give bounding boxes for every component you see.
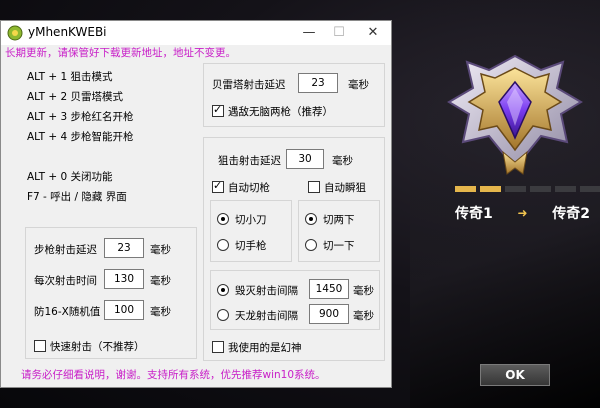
beretta-delay-label: 贝雷塔射击延迟 bbox=[212, 79, 286, 91]
rifle-time-label: 每次射击时间 bbox=[34, 275, 97, 287]
rank-progress-segment bbox=[580, 186, 600, 192]
rank-progress-segment bbox=[505, 186, 526, 192]
sniper-delay-input[interactable]: 30 bbox=[286, 149, 324, 169]
rifle-delay-input[interactable]: 23 bbox=[104, 238, 144, 258]
switch-weapon-group: 切小刀 切手枪 bbox=[210, 200, 292, 262]
rifle-time-unit: 毫秒 bbox=[150, 275, 171, 287]
switch-one-label: 切一下 bbox=[323, 240, 355, 252]
phantom-checkbox[interactable] bbox=[212, 341, 224, 353]
phantom-label: 我使用的是幻神 bbox=[228, 342, 302, 354]
rank-change: 传奇1 ➜ 传奇2 bbox=[455, 203, 590, 223]
ok-button[interactable]: OK bbox=[480, 364, 550, 386]
maximize-button[interactable]: ☐ bbox=[327, 23, 351, 43]
tool-window: yMhenKWEBi — ☐ ✕ 长期更新，请保管好下载更新地址，地址不变更。 … bbox=[0, 20, 392, 388]
sniper-delay-unit: 毫秒 bbox=[332, 155, 353, 167]
close-button[interactable]: ✕ bbox=[361, 23, 385, 43]
beretta-delay-unit: 毫秒 bbox=[348, 79, 369, 91]
double-shot-label: 遇敌无脑两枪（推荐） bbox=[228, 106, 333, 118]
switch-one-radio[interactable] bbox=[305, 239, 317, 251]
interval-group: 毁灭射击间隔 1450 毫秒 天龙射击间隔 900 毫秒 bbox=[210, 270, 380, 330]
usage-notice: 请务必仔细看说明，谢谢。支持所有系统，优先推荐win10系统。 bbox=[21, 369, 326, 381]
window-title: yMhenKWEBi bbox=[28, 25, 107, 39]
hotkey-line: ALT + 1 狙击模式 bbox=[27, 71, 113, 83]
auto-instant-label: 自动瞬狙 bbox=[324, 182, 366, 194]
hotkey-line: ALT + 2 贝雷塔模式 bbox=[27, 91, 123, 103]
dragon-radio[interactable] bbox=[217, 309, 229, 321]
title-bar[interactable]: yMhenKWEBi — ☐ ✕ bbox=[1, 21, 391, 45]
sniper-delay-label: 狙击射击延迟 bbox=[218, 155, 281, 167]
rank-progress-segment bbox=[480, 186, 501, 192]
rifle-delay-label: 步枪射击延迟 bbox=[34, 244, 97, 256]
rifle-time-input[interactable]: 130 bbox=[104, 269, 144, 289]
auto-switch-label: 自动切枪 bbox=[228, 182, 270, 194]
double-shot-checkbox[interactable] bbox=[212, 103, 224, 117]
dragon-label: 天龙射击间隔 bbox=[235, 310, 298, 322]
pistol-label: 切手枪 bbox=[235, 240, 267, 252]
rifle-random-input[interactable]: 100 bbox=[104, 300, 144, 320]
rank-progress-segment bbox=[555, 186, 576, 192]
rank-progress bbox=[455, 186, 600, 192]
hotkey-line: ALT + 4 步枪智能开枪 bbox=[27, 131, 134, 143]
hotkey-line: ALT + 0 关闭功能 bbox=[27, 171, 113, 183]
switch-count-group: 切两下 切一下 bbox=[298, 200, 380, 262]
rifle-delay-unit: 毫秒 bbox=[150, 244, 171, 256]
rifle-random-unit: 毫秒 bbox=[150, 306, 171, 318]
beretta-delay-input[interactable]: 23 bbox=[298, 73, 338, 93]
rank-to: 传奇2 bbox=[552, 206, 590, 222]
quick-shot-label: 快速射击（不推荐） bbox=[50, 341, 145, 353]
rank-from: 传奇1 bbox=[455, 206, 493, 222]
beretta-settings-group: 贝雷塔射击延迟 23 毫秒 遇敌无脑两枪（推荐） bbox=[203, 63, 385, 127]
knife-radio[interactable] bbox=[217, 213, 229, 225]
destroy-label: 毁灭射击间隔 bbox=[235, 285, 298, 297]
destroy-input[interactable]: 1450 bbox=[309, 279, 349, 299]
rank-progress-segment bbox=[455, 186, 476, 192]
switch-two-radio[interactable] bbox=[305, 213, 317, 225]
app-icon bbox=[7, 25, 23, 41]
rank-badge-icon bbox=[447, 54, 583, 175]
dragon-input[interactable]: 900 bbox=[309, 304, 349, 324]
hotkey-line: F7 - 呼出 / 隐藏 界面 bbox=[27, 191, 127, 203]
knife-label: 切小刀 bbox=[235, 214, 267, 226]
dragon-unit: 毫秒 bbox=[353, 310, 374, 322]
auto-instant-checkbox[interactable] bbox=[308, 181, 320, 193]
rank-progress-segment bbox=[530, 186, 551, 192]
rifle-settings-group: 步枪射击延迟 23 毫秒 每次射击时间 130 毫秒 防16-X随机值 100 … bbox=[25, 227, 197, 359]
auto-switch-checkbox[interactable] bbox=[212, 179, 224, 193]
minimize-button[interactable]: — bbox=[297, 23, 321, 43]
rifle-random-label: 防16-X随机值 bbox=[34, 306, 101, 318]
hotkey-line: ALT + 3 步枪红名开枪 bbox=[27, 111, 134, 123]
pistol-radio[interactable] bbox=[217, 239, 229, 251]
sniper-settings-group: 狙击射击延迟 30 毫秒 自动切枪 自动瞬狙 切小刀 切手枪 切两下 切一下 毁… bbox=[203, 137, 385, 361]
switch-two-label: 切两下 bbox=[323, 214, 355, 226]
quick-shot-checkbox[interactable] bbox=[34, 340, 46, 352]
arrow-right-icon: ➜ bbox=[517, 206, 528, 220]
update-notice: 长期更新，请保管好下载更新地址，地址不变更。 bbox=[5, 47, 236, 59]
destroy-radio[interactable] bbox=[217, 284, 229, 296]
destroy-unit: 毫秒 bbox=[353, 285, 374, 297]
